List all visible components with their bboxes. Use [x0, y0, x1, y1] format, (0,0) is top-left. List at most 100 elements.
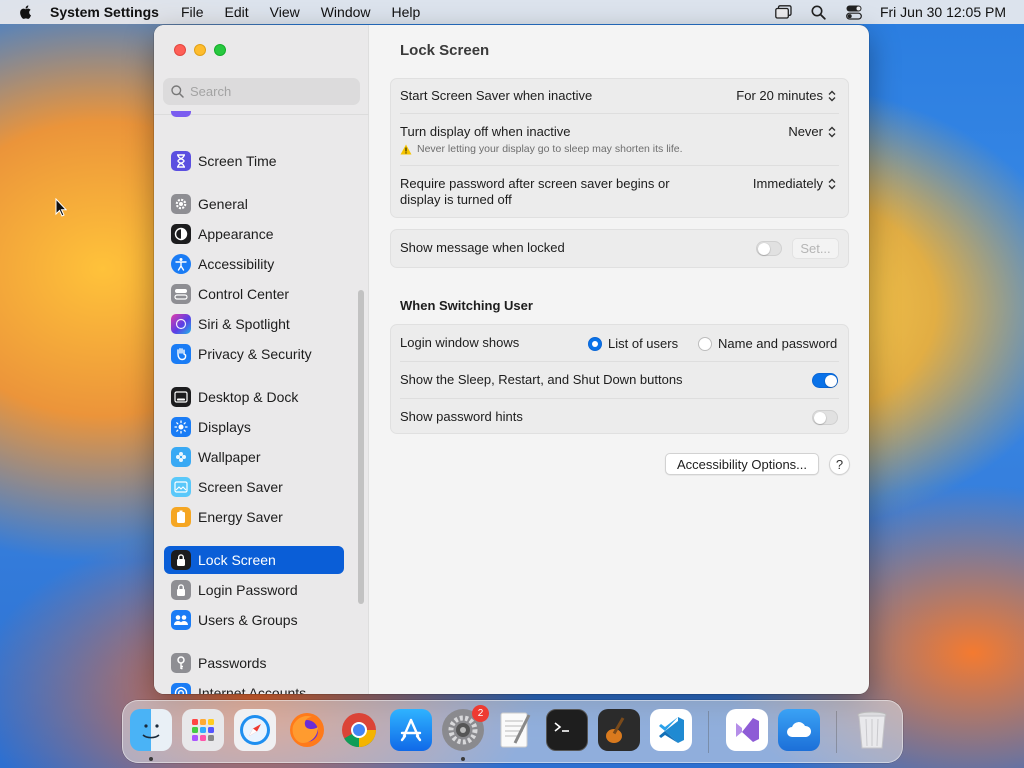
require-password-label-line-2: display is turned off: [400, 192, 512, 207]
sidebar-item-siri-spotlight[interactable]: Siri & Spotlight: [164, 310, 344, 338]
dock-launchpad[interactable]: [182, 709, 224, 751]
dock-safari[interactable]: [234, 709, 276, 751]
spotlight-search-icon[interactable]: [810, 4, 828, 20]
dock-firefox[interactable]: [286, 709, 328, 751]
screen-saver-group: Start Screen Saver when inactive For 20 …: [390, 78, 849, 218]
dock-terminal[interactable]: [546, 709, 588, 751]
sidebar-item-screen-time[interactable]: Screen Time: [164, 147, 344, 175]
gear-icon: [171, 194, 191, 214]
sidebar-item-accessibility[interactable]: Accessibility: [164, 250, 344, 278]
password-hints-toggle[interactable]: [812, 410, 838, 425]
display-off-warning: Never letting your display go to sleep m…: [400, 143, 683, 155]
dock-visual-studio[interactable]: [726, 709, 768, 751]
users-icon: [171, 610, 191, 630]
sidebar-item-privacy-security[interactable]: Privacy & Security: [164, 340, 344, 368]
safari-icon: [240, 715, 270, 745]
require-password-value: Immediately: [752, 176, 823, 191]
sidebar-item-displays[interactable]: Displays: [164, 413, 344, 441]
sidebar-item-lock-screen[interactable]: Lock Screen: [164, 546, 344, 574]
password-hints-row: Show password hints: [391, 399, 848, 434]
search-input[interactable]: [190, 84, 350, 99]
radio-button[interactable]: [698, 336, 712, 351]
wallpaper-icon: [171, 447, 191, 467]
dock-instruments[interactable]: [598, 709, 640, 751]
menu-clock[interactable]: Fri Jun 30 12:05 PM: [880, 4, 1006, 20]
page-title: Lock Screen: [400, 42, 490, 59]
chevron-updown-icon: [828, 178, 836, 189]
sidebar-item-label: Login Password: [198, 582, 298, 598]
visual-studio-icon: [736, 718, 759, 742]
chrome-icon: [342, 713, 376, 747]
radio-button-selected[interactable]: [588, 336, 602, 351]
sidebar-item-appearance[interactable]: Appearance: [164, 220, 344, 248]
sidebar-item-label: Desktop & Dock: [198, 389, 299, 405]
screen-saver-icon: [171, 477, 191, 497]
dock-app-store[interactable]: [390, 709, 432, 751]
menu-file[interactable]: File: [181, 4, 204, 20]
notifications-icon: [171, 111, 191, 117]
dock-icloud[interactable]: [778, 709, 820, 751]
sleep-buttons-row: Show the Sleep, Restart, and Shut Down b…: [391, 362, 848, 398]
show-message-toggle[interactable]: [756, 241, 782, 256]
finder-icon: [142, 724, 160, 739]
dock-system-settings[interactable]: 2: [442, 705, 489, 751]
dock-chrome[interactable]: [338, 709, 380, 751]
window-switcher-icon[interactable]: [775, 4, 793, 20]
dock: 2: [122, 700, 903, 763]
menu-view[interactable]: View: [270, 4, 300, 20]
sidebar-item-login-password[interactable]: Login Password: [164, 576, 344, 604]
minimize-button[interactable]: [194, 44, 206, 56]
sleep-buttons-toggle[interactable]: [812, 373, 838, 388]
require-password-popup[interactable]: Immediately: [753, 176, 836, 191]
system-settings-window: Screen Time General Appearance Accessibi…: [154, 25, 869, 694]
accessibility-options-button[interactable]: Accessibility Options...: [665, 453, 819, 475]
zoom-button[interactable]: [214, 44, 226, 56]
sidebar-item-label: Lock Screen: [198, 552, 276, 568]
dock-vscode[interactable]: [650, 709, 692, 751]
login-option-name-password[interactable]: Name and password: [698, 336, 837, 351]
sidebar-item-label: Siri & Spotlight: [198, 316, 290, 332]
window-controls: [174, 44, 234, 56]
sidebar-item-desktop-dock[interactable]: Desktop & Dock: [164, 383, 344, 411]
dock-separator: [836, 711, 837, 753]
display-off-popup[interactable]: Never: [788, 124, 836, 139]
sidebar-item-label: Passwords: [198, 655, 267, 671]
control-center-icon[interactable]: [845, 4, 863, 20]
sidebar-item-label: General: [198, 196, 248, 212]
sidebar-item-passwords[interactable]: Passwords: [164, 649, 344, 677]
sidebar-item-screen-saver[interactable]: Screen Saver: [164, 473, 344, 501]
close-button[interactable]: [174, 44, 186, 56]
menu-help[interactable]: Help: [392, 4, 421, 20]
sidebar-item-wallpaper[interactable]: Wallpaper: [164, 443, 344, 471]
sidebar-item-internet-accounts[interactable]: Internet Accounts: [164, 679, 344, 694]
dock-finder[interactable]: [130, 709, 172, 751]
chevron-updown-icon: [828, 90, 836, 101]
help-button[interactable]: ?: [829, 454, 850, 475]
running-indicator: [461, 757, 465, 761]
menu-app-name[interactable]: System Settings: [50, 4, 159, 20]
lock-icon: [171, 550, 191, 570]
sidebar-item-general[interactable]: General: [164, 190, 344, 218]
menu-edit[interactable]: Edit: [225, 4, 249, 20]
sidebar-item-control-center[interactable]: Control Center: [164, 280, 344, 308]
show-message-row: Show message when locked Set...: [391, 230, 848, 267]
sidebar-scrollbar[interactable]: [358, 290, 364, 604]
menu-window[interactable]: Window: [321, 4, 371, 20]
menu-bar: System Settings File Edit View Window He…: [0, 0, 1024, 24]
login-option-list-of-users[interactable]: List of users: [588, 336, 678, 351]
sidebar-item-energy-saver[interactable]: Energy Saver: [164, 503, 344, 531]
dock-textedit[interactable]: [494, 709, 536, 751]
display-off-value: Never: [788, 124, 823, 139]
switching-user-group: Login window shows List of users Name an…: [390, 324, 849, 434]
search-icon: [171, 85, 184, 98]
apple-icon[interactable]: [18, 4, 34, 20]
set-message-button[interactable]: Set...: [792, 238, 839, 259]
content-pane: Lock Screen Start Screen Saver when inac…: [370, 25, 869, 694]
appearance-icon: [171, 224, 191, 244]
message-group: Show message when locked Set...: [390, 229, 849, 268]
sidebar-item-users-groups[interactable]: Users & Groups: [164, 606, 344, 634]
dock-trash[interactable]: [851, 709, 893, 751]
login-option-2-label: Name and password: [718, 336, 838, 351]
search-field[interactable]: [163, 78, 360, 105]
screen-saver-popup[interactable]: For 20 minutes: [736, 88, 836, 103]
